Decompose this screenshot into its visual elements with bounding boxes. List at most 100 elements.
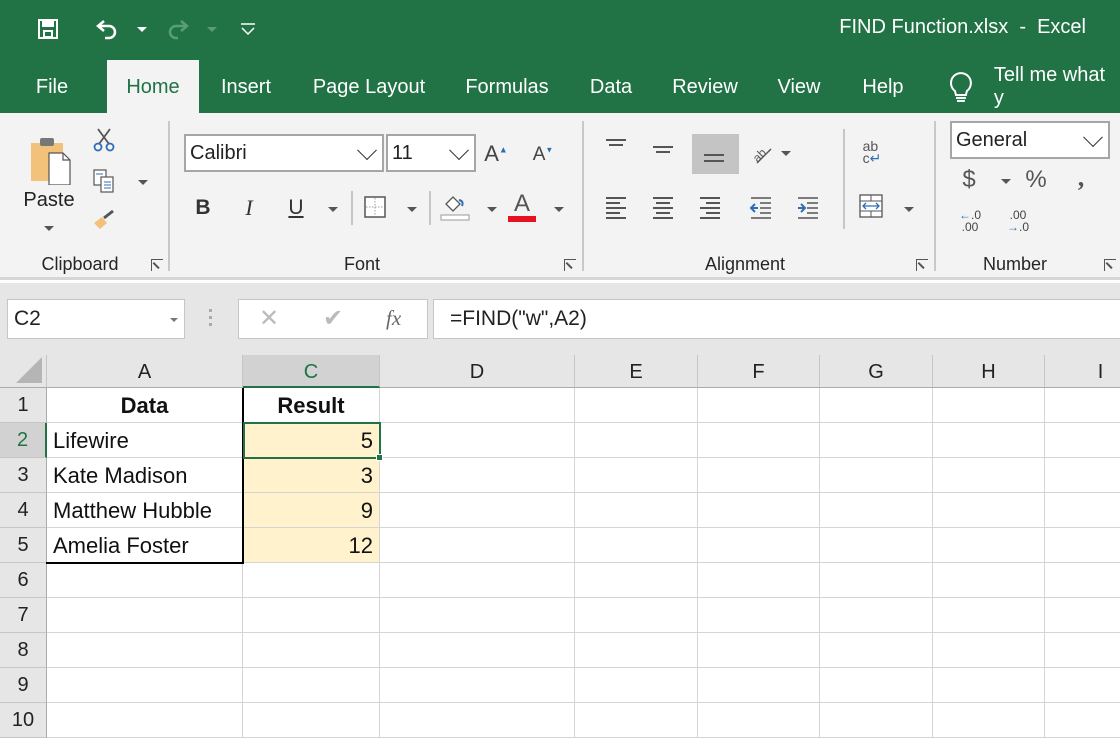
- orientation-button[interactable]: ab: [748, 139, 776, 167]
- align-right-button[interactable]: [700, 197, 722, 219]
- row-header-10[interactable]: 10: [0, 703, 47, 738]
- cell-a10[interactable]: [47, 703, 243, 738]
- top-align-button[interactable]: [606, 139, 628, 155]
- customize-qat-button[interactable]: [238, 14, 258, 44]
- cell-f1[interactable]: [698, 388, 820, 423]
- cell-a2[interactable]: Lifewire: [47, 423, 243, 458]
- cell-h8[interactable]: [933, 633, 1045, 668]
- cell-g3[interactable]: [820, 458, 933, 493]
- insert-function-icon[interactable]: fx: [386, 306, 401, 331]
- align-left-button[interactable]: [606, 197, 628, 219]
- cell-i9[interactable]: [1045, 668, 1120, 703]
- cell-c1[interactable]: Result: [243, 388, 380, 423]
- cell-c4[interactable]: 9: [243, 493, 380, 528]
- tab-insert[interactable]: Insert: [208, 60, 284, 113]
- cell-g7[interactable]: [820, 598, 933, 633]
- decrease-indent-button[interactable]: [748, 195, 774, 221]
- font-size-combo[interactable]: 11: [386, 134, 476, 172]
- column-header-h[interactable]: H: [933, 355, 1045, 388]
- cell-e3[interactable]: [575, 458, 698, 493]
- cell-e9[interactable]: [575, 668, 698, 703]
- cell-e7[interactable]: [575, 598, 698, 633]
- underline-dropdown[interactable]: [328, 207, 338, 212]
- decrease-decimal-button[interactable]: .00 →.0: [1003, 207, 1033, 235]
- font-launcher-icon[interactable]: [564, 259, 576, 271]
- row-header-1[interactable]: 1: [0, 388, 47, 423]
- name-box[interactable]: C2: [7, 299, 185, 339]
- cell-h5[interactable]: [933, 528, 1045, 563]
- merge-center-button[interactable]: [858, 193, 884, 219]
- font-color-button[interactable]: A: [507, 191, 537, 223]
- cell-f3[interactable]: [698, 458, 820, 493]
- cell-i7[interactable]: [1045, 598, 1120, 633]
- cut-button[interactable]: [90, 127, 118, 153]
- fill-color-button[interactable]: [440, 191, 470, 223]
- cell-d7[interactable]: [380, 598, 575, 633]
- row-header-5[interactable]: 5: [0, 528, 47, 563]
- bottom-align-button[interactable]: [692, 134, 739, 174]
- cell-a6[interactable]: [47, 563, 243, 598]
- row-header-9[interactable]: 9: [0, 668, 47, 703]
- currency-dropdown[interactable]: [1001, 179, 1011, 184]
- cell-f9[interactable]: [698, 668, 820, 703]
- cell-i3[interactable]: [1045, 458, 1120, 493]
- cell-i6[interactable]: [1045, 563, 1120, 598]
- font-color-dropdown[interactable]: [554, 207, 564, 212]
- row-header-2[interactable]: 2: [0, 423, 47, 458]
- cell-d8[interactable]: [380, 633, 575, 668]
- cancel-icon[interactable]: ✕: [259, 304, 279, 333]
- cell-a4[interactable]: Matthew Hubble: [47, 493, 243, 528]
- redo-button[interactable]: [163, 14, 193, 44]
- cell-d3[interactable]: [380, 458, 575, 493]
- cell-f7[interactable]: [698, 598, 820, 633]
- tab-file[interactable]: File: [20, 60, 84, 113]
- formula-input[interactable]: =FIND("w",A2): [433, 299, 1120, 339]
- cell-e2[interactable]: [575, 423, 698, 458]
- cell-a1[interactable]: Data: [47, 388, 243, 423]
- cell-h2[interactable]: [933, 423, 1045, 458]
- tell-me-search[interactable]: Tell me what y: [948, 60, 1120, 113]
- tab-formulas[interactable]: Formulas: [455, 60, 559, 113]
- cell-g6[interactable]: [820, 563, 933, 598]
- borders-dropdown[interactable]: [407, 207, 417, 212]
- decrease-font-size-button[interactable]: A▼: [530, 141, 556, 169]
- cell-i4[interactable]: [1045, 493, 1120, 528]
- cell-h3[interactable]: [933, 458, 1045, 493]
- wrap-text-button[interactable]: ab c↵: [858, 137, 886, 167]
- cell-d10[interactable]: [380, 703, 575, 738]
- row-header-7[interactable]: 7: [0, 598, 47, 633]
- number-launcher-icon[interactable]: [1104, 259, 1116, 271]
- cell-d4[interactable]: [380, 493, 575, 528]
- cell-f4[interactable]: [698, 493, 820, 528]
- cell-i2[interactable]: [1045, 423, 1120, 458]
- column-header-f[interactable]: F: [698, 355, 820, 388]
- cell-a9[interactable]: [47, 668, 243, 703]
- cell-a7[interactable]: [47, 598, 243, 633]
- cell-h7[interactable]: [933, 598, 1045, 633]
- cell-a3[interactable]: Kate Madison: [47, 458, 243, 493]
- cell-c5[interactable]: 12: [243, 528, 380, 563]
- row-header-6[interactable]: 6: [0, 563, 47, 598]
- cell-e8[interactable]: [575, 633, 698, 668]
- borders-button[interactable]: [362, 194, 388, 220]
- cell-h10[interactable]: [933, 703, 1045, 738]
- orientation-dropdown[interactable]: [781, 151, 791, 156]
- number-format-combo[interactable]: General: [950, 121, 1110, 159]
- italic-button[interactable]: I: [236, 193, 262, 223]
- increase-decimal-button[interactable]: ←.0 .00: [955, 207, 985, 235]
- tab-view[interactable]: View: [766, 60, 832, 113]
- cell-a8[interactable]: [47, 633, 243, 668]
- increase-font-size-button[interactable]: A▲: [482, 139, 510, 169]
- cell-d5[interactable]: [380, 528, 575, 563]
- column-header-e[interactable]: E: [575, 355, 698, 388]
- tab-help[interactable]: Help: [850, 60, 916, 113]
- cell-e4[interactable]: [575, 493, 698, 528]
- comma-style-button[interactable]: ,: [1070, 163, 1092, 193]
- cell-h1[interactable]: [933, 388, 1045, 423]
- percent-button[interactable]: %: [1022, 165, 1050, 195]
- cell-e10[interactable]: [575, 703, 698, 738]
- cell-c2[interactable]: 5: [243, 423, 380, 458]
- cell-i1[interactable]: [1045, 388, 1120, 423]
- tab-page-layout[interactable]: Page Layout: [302, 60, 436, 113]
- cell-f5[interactable]: [698, 528, 820, 563]
